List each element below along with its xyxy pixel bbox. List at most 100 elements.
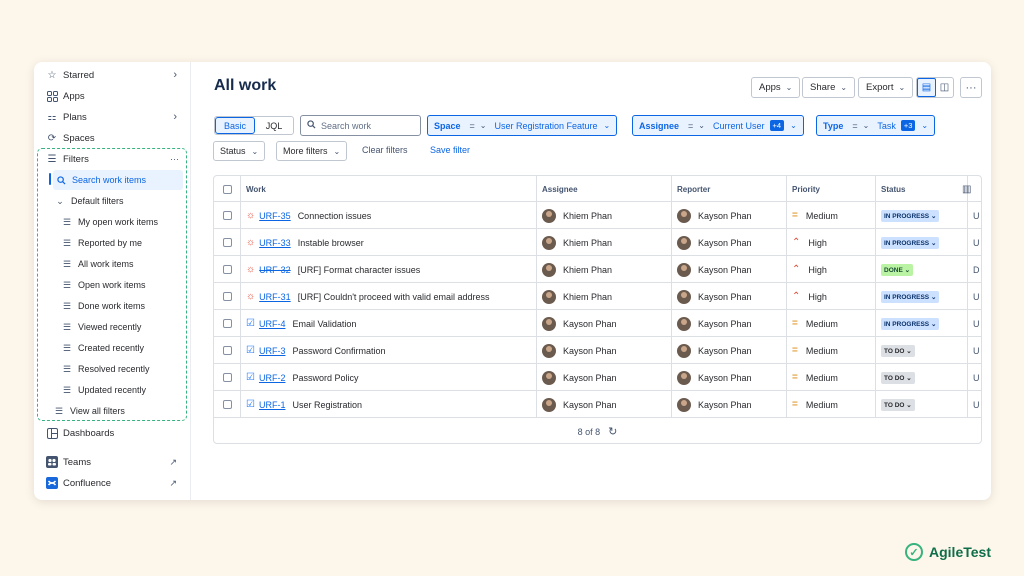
assignee-cell[interactable]: Kayson Phan: [542, 391, 617, 418]
row-checkbox[interactable]: [223, 229, 232, 256]
sidebar-item-filters[interactable]: ☰ Filters ···: [34, 149, 191, 169]
work-item-key[interactable]: URF-3: [259, 346, 286, 356]
sidebar-item-starred[interactable]: ☆ Starred ›: [34, 65, 191, 85]
column-header-work[interactable]: Work: [246, 176, 266, 202]
table-row[interactable]: ☼ URF-31 [URF] Couldn't proceed with valid…: [214, 283, 981, 310]
sidebar-item-apps[interactable]: Apps: [34, 86, 191, 106]
work-item-summary[interactable]: Email Validation: [292, 319, 356, 329]
priority-cell[interactable]: = Medium: [792, 364, 838, 391]
share-button[interactable]: Share ⌄: [802, 77, 856, 98]
sidebar-item-default-filters[interactable]: ⌄ Default filters: [55, 191, 123, 211]
select-all-checkbox[interactable]: [223, 176, 232, 202]
more-filters-button[interactable]: More filters ⌄: [276, 141, 348, 161]
assignee-cell[interactable]: Kayson Phan: [542, 310, 617, 337]
search-input[interactable]: Search work: [300, 115, 421, 136]
type-filter-chip[interactable]: Type = ⌄ Task +3 ⌄: [816, 115, 936, 136]
chip-operator[interactable]: =: [470, 121, 475, 131]
sidebar-item-default-filter[interactable]: ☰ Viewed recently: [62, 317, 141, 337]
priority-cell[interactable]: = Medium: [792, 337, 838, 364]
work-item-summary[interactable]: Password Confirmation: [292, 346, 385, 356]
assignee-cell[interactable]: Kayson Phan: [542, 337, 617, 364]
reporter-cell[interactable]: Kayson Phan: [677, 364, 752, 391]
row-checkbox[interactable]: [223, 202, 232, 229]
assignee-cell[interactable]: Khiem Phan: [542, 202, 612, 229]
assignee-filter-chip[interactable]: Assignee = ⌄ Current User +4 ⌄: [632, 115, 804, 136]
status-cell[interactable]: DONE ⌄: [881, 256, 914, 283]
status-cell[interactable]: TO DO ⌄: [881, 391, 915, 418]
sidebar-item-spaces[interactable]: ⟳ Spaces: [34, 128, 191, 148]
apps-button[interactable]: Apps ⌄: [751, 77, 801, 98]
save-filter-button[interactable]: Save filter: [430, 145, 470, 155]
work-item-summary[interactable]: [URF] Couldn't proceed with valid email …: [298, 292, 490, 302]
status-badge[interactable]: IN PROGRESS ⌄: [881, 209, 940, 222]
priority-cell[interactable]: = Medium: [792, 391, 838, 418]
sidebar-item-default-filter[interactable]: ☰ Updated recently: [62, 380, 146, 400]
filters-more-button[interactable]: ···: [170, 154, 179, 164]
sidebar-item-teams[interactable]: Teams ↗: [34, 452, 191, 472]
sidebar-item-plans[interactable]: ⚏ Plans ›: [34, 107, 191, 127]
sidebar-item-default-filter[interactable]: ☰ Created recently: [62, 338, 144, 358]
jql-mode-button[interactable]: JQL: [255, 117, 293, 134]
table-row[interactable]: ☑ URF-4 Email Validation Kayson Phan Kayson …: [214, 310, 981, 337]
column-header-reporter[interactable]: Reporter: [677, 176, 710, 202]
status-badge[interactable]: TO DO ⌄: [881, 398, 915, 411]
work-item-summary[interactable]: Instable browser: [298, 238, 364, 248]
work-item-summary[interactable]: [URF] Format character issues: [298, 265, 421, 275]
sidebar-item-default-filter[interactable]: ☰ Reported by me: [62, 233, 142, 253]
assignee-cell[interactable]: Kayson Phan: [542, 364, 617, 391]
basic-mode-button[interactable]: Basic: [215, 117, 255, 134]
column-header-priority[interactable]: Priority: [792, 176, 820, 202]
row-checkbox[interactable]: [223, 364, 232, 391]
space-filter-chip[interactable]: Space = ⌄ User Registration Feature ⌄: [427, 115, 618, 136]
work-item-key[interactable]: URF-4: [259, 319, 286, 329]
work-item-summary[interactable]: Password Policy: [292, 373, 358, 383]
table-row[interactable]: ☼ URF-32 [URF] Format character issues Khie…: [214, 256, 981, 283]
sidebar-item-default-filter[interactable]: ☰ Resolved recently: [62, 359, 150, 379]
priority-cell[interactable]: ⌃ High: [792, 229, 827, 256]
row-checkbox[interactable]: [223, 337, 232, 364]
column-settings-icon[interactable]: ▥: [962, 176, 971, 202]
export-button[interactable]: Export ⌄: [858, 77, 914, 98]
table-row[interactable]: ☑ URF-3 Password Confirmation Kayson Phan Ka…: [214, 337, 981, 364]
sidebar-item-view-all-filters[interactable]: ☰ View all filters: [54, 401, 125, 421]
table-row[interactable]: ☼ URF-35 Connection issues Khiem Phan Kayson…: [214, 202, 981, 229]
row-checkbox[interactable]: [223, 256, 232, 283]
reporter-cell[interactable]: Kayson Phan: [677, 337, 752, 364]
sidebar-item-search-work-items[interactable]: Search work items: [53, 170, 183, 190]
status-cell[interactable]: IN PROGRESS ⌄: [881, 283, 940, 310]
assignee-cell[interactable]: Khiem Phan: [542, 256, 612, 283]
more-actions-button[interactable]: ···: [960, 77, 982, 98]
reporter-cell[interactable]: Kayson Phan: [677, 283, 752, 310]
status-badge[interactable]: IN PROGRESS ⌄: [881, 290, 940, 303]
list-view-icon[interactable]: ▤: [917, 78, 936, 97]
work-item-key[interactable]: URF-33: [259, 238, 291, 248]
work-item-summary[interactable]: User Registration: [292, 400, 362, 410]
priority-cell[interactable]: = Medium: [792, 202, 838, 229]
reporter-cell[interactable]: Kayson Phan: [677, 202, 752, 229]
status-cell[interactable]: IN PROGRESS ⌄: [881, 202, 940, 229]
status-cell[interactable]: IN PROGRESS ⌄: [881, 310, 940, 337]
status-badge[interactable]: TO DO ⌄: [881, 371, 915, 384]
row-checkbox[interactable]: [223, 310, 232, 337]
status-cell[interactable]: IN PROGRESS ⌄: [881, 229, 940, 256]
sidebar-item-dashboards[interactable]: Dashboards: [34, 423, 191, 443]
work-item-key[interactable]: URF-35: [259, 211, 291, 221]
priority-cell[interactable]: ⌃ High: [792, 283, 827, 310]
reporter-cell[interactable]: Kayson Phan: [677, 391, 752, 418]
status-badge[interactable]: DONE ⌄: [881, 263, 914, 276]
reporter-cell[interactable]: Kayson Phan: [677, 256, 752, 283]
sidebar-item-confluence[interactable]: Confluence ↗: [34, 473, 191, 493]
detail-view-icon[interactable]: ◫: [936, 78, 953, 97]
table-row[interactable]: ☼ URF-33 Instable browser Khiem Phan Kayson …: [214, 229, 981, 256]
sidebar-item-default-filter[interactable]: ☰ My open work items: [62, 212, 158, 232]
sidebar-item-default-filter[interactable]: ☰ Done work items: [62, 296, 145, 316]
status-badge[interactable]: IN PROGRESS ⌄: [881, 317, 940, 330]
clear-filters-button[interactable]: Clear filters: [362, 145, 408, 155]
work-item-summary[interactable]: Connection issues: [298, 211, 372, 221]
priority-cell[interactable]: ⌃ High: [792, 256, 827, 283]
reporter-cell[interactable]: Kayson Phan: [677, 310, 752, 337]
work-item-key[interactable]: URF-2: [259, 373, 286, 383]
status-cell[interactable]: TO DO ⌄: [881, 337, 915, 364]
chip-operator[interactable]: =: [688, 121, 693, 131]
work-item-key[interactable]: URF-31: [259, 292, 291, 302]
